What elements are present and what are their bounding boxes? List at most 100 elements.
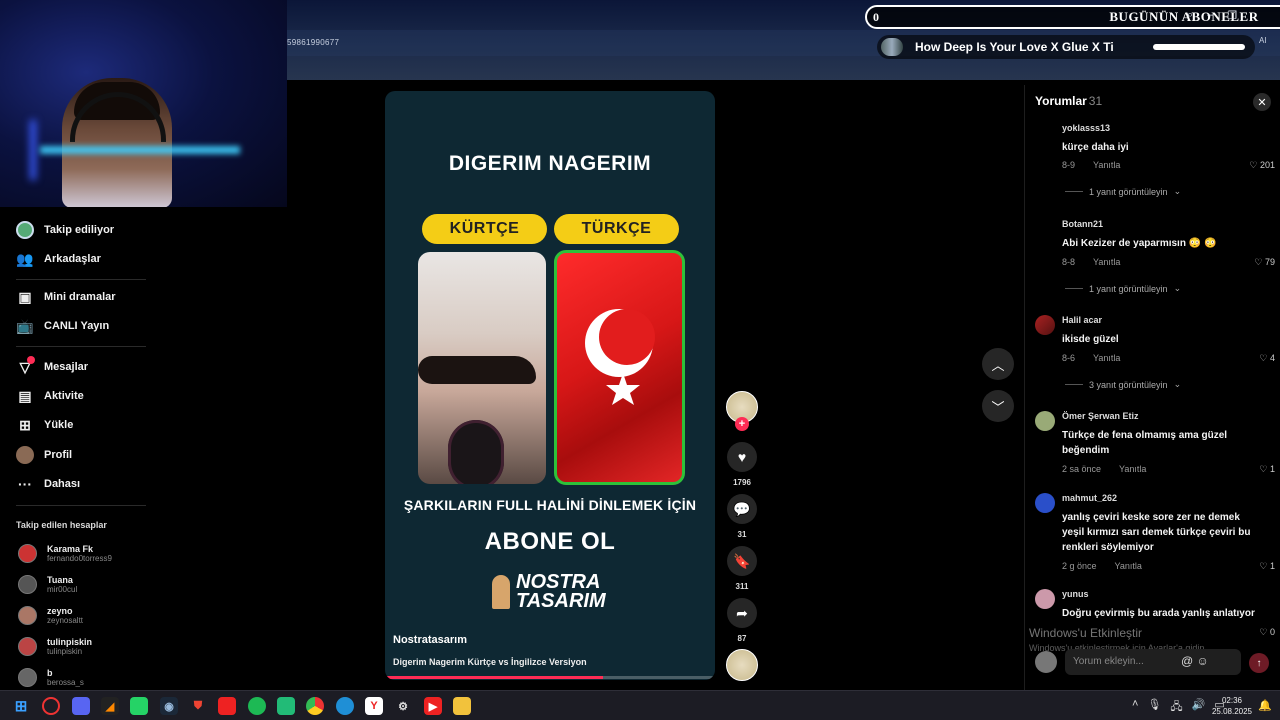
reply-button[interactable]: Yanıtla — [1119, 464, 1146, 474]
comment-avatar[interactable] — [1035, 493, 1055, 513]
followed-account[interactable]: zeyno zeynosaltt — [18, 606, 83, 625]
send-button[interactable]: ↑ — [1249, 653, 1269, 673]
app-icon[interactable]: ◢ — [101, 697, 119, 715]
comment-like[interactable]: ♡ 1 — [1259, 464, 1275, 475]
account-name: b — [47, 668, 53, 678]
opera-icon[interactable] — [42, 697, 60, 715]
account-avatar — [18, 606, 37, 625]
followed-account[interactable]: tulinpiskin tulinpiskin — [18, 637, 92, 656]
share-button[interactable]: ➦ — [727, 598, 757, 628]
app-green-icon[interactable] — [277, 697, 295, 715]
sidebar-item-label: Mesajlar — [44, 361, 89, 373]
comment-user[interactable]: Botann21 — [1062, 219, 1103, 229]
minimize-icon[interactable]: – — [1207, 9, 1213, 22]
sidebar-item-label: CANLI Yayın — [44, 320, 110, 332]
app-red-icon[interactable] — [218, 697, 236, 715]
like-button[interactable]: ♥ — [727, 442, 757, 472]
comment-like[interactable]: ♡ 1 — [1259, 561, 1275, 572]
sidebar-item-more[interactable]: ··· Dahası — [16, 475, 80, 493]
notification-bell-icon[interactable]: 🔔 — [1258, 699, 1272, 712]
shield-app-icon[interactable]: ⛊ — [189, 697, 207, 715]
song-title: How Deep Is Your Love X Glue X Ti — [915, 40, 1114, 54]
comment-like[interactable]: ♡ 79 — [1254, 257, 1275, 268]
chevron-up-icon[interactable]: ˄ — [1132, 698, 1138, 717]
comment-avatar[interactable] — [1035, 315, 1055, 335]
follow-plus-icon[interactable]: + — [735, 417, 749, 431]
turkish-flag-image — [554, 250, 685, 485]
spotify-icon[interactable] — [248, 697, 266, 715]
video-author[interactable]: Nostratasarım — [393, 634, 467, 646]
followed-account[interactable]: Karama Fk fernando0torress9 — [18, 544, 112, 563]
sidebar-item-mini-dramas[interactable]: ▣ Mini dramalar — [16, 288, 115, 306]
search-icon[interactable]: ⌕ — [1187, 9, 1193, 22]
comment-user[interactable]: Halil acar — [1062, 315, 1102, 325]
taskbar-clock[interactable]: 02:36 25.08.2025 — [1208, 695, 1256, 717]
reply-button[interactable]: Yanıtla — [1093, 160, 1120, 170]
messages-icon: ▽ — [16, 356, 35, 376]
edge-icon[interactable] — [336, 697, 354, 715]
share-count: 87 — [737, 634, 747, 643]
comment-avatar[interactable] — [1035, 589, 1055, 609]
account-handle: berossa_s — [47, 678, 84, 687]
comment-like[interactable]: ♡ 201 — [1249, 160, 1275, 171]
account-avatar — [18, 668, 37, 687]
volume-icon[interactable]: 🔊 — [1192, 698, 1206, 717]
settings-gear-icon[interactable]: ⚙ — [394, 697, 412, 715]
discord-icon[interactable] — [72, 697, 90, 715]
clock-date: 25.08.2025 — [1211, 707, 1253, 716]
video-description: Digerim Nagerim Kürtçe vs İngilizce Vers… — [393, 657, 587, 667]
close-comments-button[interactable]: ✕ — [1253, 93, 1271, 111]
sidebar-item-messages[interactable]: ▽ Mesajlar — [16, 356, 89, 376]
sidebar-item-profile[interactable]: Profil — [16, 446, 72, 464]
mention-emoji-icons[interactable]: @ ☺ — [1181, 654, 1209, 668]
save-button[interactable]: 🔖 — [727, 546, 757, 576]
view-replies-button[interactable]: 1 yanıt görüntüleyin ⌄ — [1065, 186, 1181, 197]
comment-like[interactable]: ♡ 4 — [1259, 353, 1275, 364]
reply-button[interactable]: Yanıtla — [1093, 353, 1120, 363]
microphone-icon[interactable]: 🎙 — [1147, 698, 1161, 717]
sidebar-item-upload[interactable]: ⊞ Yükle — [16, 416, 73, 434]
like-count: 1796 — [733, 478, 751, 487]
comment-user[interactable]: mahmut_262 — [1062, 493, 1117, 503]
chevron-down-icon: ⌄ — [1173, 186, 1182, 196]
network-icon[interactable]: 🖧 — [1170, 698, 1182, 717]
comment-avatar[interactable] — [1035, 411, 1055, 431]
comment-text: yanlış çeviri keske sore zer ne demek ye… — [1062, 512, 1251, 553]
file-explorer-icon[interactable] — [453, 697, 471, 715]
whatsapp-icon[interactable] — [130, 697, 148, 715]
windows-start-icon[interactable]: ⊞ — [12, 697, 30, 715]
comment-input[interactable]: Yorum ekleyin... — [1065, 649, 1241, 675]
sidebar-item-friends[interactable]: 👥 Arkadaşlar — [16, 250, 101, 268]
steam-icon[interactable]: ◉ — [160, 697, 178, 715]
video-progress-bar[interactable] — [385, 676, 715, 679]
bookmark-icon: 🔖 — [733, 552, 751, 569]
yandex-icon[interactable]: Y — [365, 697, 383, 715]
followed-account[interactable]: b berossa_s — [18, 668, 84, 687]
music-disc-icon[interactable] — [726, 649, 758, 681]
view-replies-button[interactable]: 1 yanıt görüntüleyin ⌄ — [1065, 283, 1181, 294]
comment-date: 8-6 — [1062, 353, 1076, 363]
comment-like[interactable]: ♡ 0 — [1259, 627, 1275, 638]
reply-button[interactable]: Yanıtla — [1115, 561, 1142, 571]
windows-taskbar: ⊞ ◢ ◉ ⛊ Y ⚙ ▶ ˄ 🎙 🖧 🔊 ▭ 02:36 25.08.2025… — [0, 690, 1280, 720]
account-avatar — [18, 544, 37, 563]
chevron-up-icon: ︿ — [991, 357, 1005, 373]
sidebar-item-following[interactable]: Takip ediliyor — [16, 221, 114, 239]
reply-button[interactable]: Yanıtla — [1093, 257, 1120, 267]
comment-user[interactable]: Ömer Şerwan Etiz — [1062, 411, 1139, 421]
activity-icon: ▤ — [18, 387, 32, 404]
next-video-button[interactable]: ﹀ — [982, 390, 1014, 422]
sidebar-item-live[interactable]: 📺 CANLI Yayın — [16, 317, 109, 335]
sidebar-item-activity[interactable]: ▤ Aktivite — [16, 387, 83, 405]
chrome-icon[interactable] — [306, 697, 324, 715]
account-name: Karama Fk — [47, 544, 94, 554]
maximize-icon[interactable]: ❐ — [1227, 9, 1237, 22]
video-player[interactable]: DIGERIM NAGERIM KÜRTÇE TÜRKÇE ŞARKILARIN… — [385, 91, 715, 680]
view-replies-button[interactable]: 3 yanıt görüntüleyin ⌄ — [1065, 379, 1181, 390]
comment-user[interactable]: yunus — [1062, 589, 1089, 599]
comment-button[interactable]: 💬 — [727, 494, 757, 524]
previous-video-button[interactable]: ︿ — [982, 348, 1014, 380]
followed-account[interactable]: Tuana mir00cul — [18, 575, 77, 594]
comment-user[interactable]: yoklasss13 — [1062, 123, 1110, 133]
youtube-icon[interactable]: ▶ — [424, 697, 442, 715]
